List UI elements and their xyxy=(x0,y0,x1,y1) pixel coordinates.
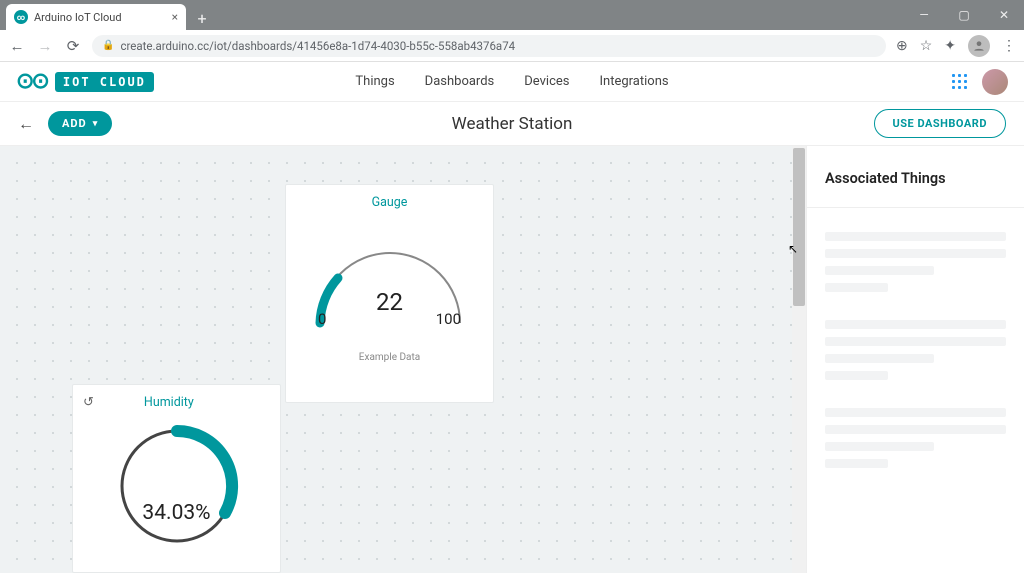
nav-devices[interactable]: Devices xyxy=(524,74,569,89)
window-controls: — ▢ ✕ xyxy=(904,0,1024,30)
dashboard-toolbar: ← ADD ▾ Weather Station USE DASHBOARD xyxy=(0,102,1024,146)
gauge-footer: Example Data xyxy=(296,352,483,363)
skeleton-line xyxy=(825,266,934,275)
app-header: ⊙⊙ IOT CLOUD Things Dashboards Devices I… xyxy=(0,62,1024,102)
skeleton-line xyxy=(825,320,1006,329)
history-icon[interactable]: ↺ xyxy=(83,395,94,410)
humidity-ring xyxy=(107,416,247,556)
skeleton-line xyxy=(825,337,1006,346)
skeleton-line xyxy=(825,232,1006,241)
nav-integrations[interactable]: Integrations xyxy=(599,74,668,89)
skeleton-line xyxy=(825,249,1006,258)
gauge-max: 100 xyxy=(436,310,461,328)
user-avatar[interactable] xyxy=(982,69,1008,95)
humidity-header: ↺ Humidity xyxy=(83,395,270,410)
skeleton-block xyxy=(825,232,1006,292)
add-button[interactable]: ADD ▾ xyxy=(48,111,112,136)
humidity-value: 34.03% xyxy=(73,501,280,525)
panel-divider xyxy=(807,207,1024,208)
skeleton-block xyxy=(825,320,1006,380)
close-icon[interactable]: × xyxy=(172,10,178,24)
star-icon[interactable]: ☆ xyxy=(920,38,933,54)
scrollbar-thumb[interactable] xyxy=(793,148,805,306)
skeleton-line xyxy=(825,425,1006,434)
new-tab-button[interactable]: + xyxy=(190,6,214,30)
chevron-down-icon: ▾ xyxy=(93,119,99,129)
toolbar-right-icons: ⊕ ☆ ✦ ⋮ xyxy=(896,35,1016,57)
widget-humidity[interactable]: ↺ Humidity 34.03% xyxy=(72,384,281,573)
main-nav: Things Dashboards Devices Integrations xyxy=(355,74,668,89)
widget-gauge-title: Gauge xyxy=(296,195,483,210)
dashboard-canvas[interactable]: Gauge 22 0 100 Example Data ↺ Humidity 3… xyxy=(0,146,806,573)
widget-gauge[interactable]: Gauge 22 0 100 Example Data xyxy=(285,184,494,403)
browser-tab-bar: ∞ Arduino IoT Cloud × + — ▢ ✕ xyxy=(0,0,1024,30)
vertical-scrollbar[interactable] xyxy=(792,146,806,573)
maximize-icon[interactable]: ▢ xyxy=(944,0,984,30)
browser-toolbar: ← → ⟳ 🔒 create.arduino.cc/iot/dashboards… xyxy=(0,30,1024,62)
use-dashboard-button[interactable]: USE DASHBOARD xyxy=(874,109,1007,138)
tab-title: Arduino IoT Cloud xyxy=(34,11,166,24)
widget-humidity-title: Humidity xyxy=(144,395,194,410)
reload-icon[interactable]: ⟳ xyxy=(64,37,82,55)
address-bar[interactable]: 🔒 create.arduino.cc/iot/dashboards/41456… xyxy=(92,35,886,57)
content-area: Gauge 22 0 100 Example Data ↺ Humidity 3… xyxy=(0,146,1024,573)
skeleton-line xyxy=(825,442,934,451)
skeleton-line xyxy=(825,283,888,292)
logo[interactable]: ⊙⊙ IOT CLOUD xyxy=(16,69,154,94)
tab-favicon: ∞ xyxy=(14,10,28,24)
menu-icon[interactable]: ⋮ xyxy=(1002,38,1016,54)
url-text: create.arduino.cc/iot/dashboards/41456e8… xyxy=(120,39,515,53)
minimize-icon[interactable]: — xyxy=(904,0,944,30)
apps-icon[interactable] xyxy=(952,74,968,90)
skeleton-line xyxy=(825,354,934,363)
header-right xyxy=(952,69,1008,95)
browser-tab-active[interactable]: ∞ Arduino IoT Cloud × xyxy=(6,4,186,30)
logo-icon: ⊙⊙ xyxy=(16,69,47,94)
skeleton-line xyxy=(825,371,888,380)
nav-things[interactable]: Things xyxy=(355,74,394,89)
side-panel: Associated Things xyxy=(806,146,1024,573)
close-window-icon[interactable]: ✕ xyxy=(984,0,1024,30)
forward-icon[interactable]: → xyxy=(36,37,54,55)
back-icon[interactable]: ← xyxy=(8,37,26,55)
side-panel-heading: Associated Things xyxy=(825,170,1006,187)
skeleton-line xyxy=(825,459,888,468)
dashboard-title[interactable]: Weather Station xyxy=(452,114,573,134)
skeleton-block xyxy=(825,408,1006,468)
back-arrow-icon[interactable]: ← xyxy=(18,114,34,134)
extensions-icon[interactable]: ✦ xyxy=(944,38,956,54)
nav-dashboards[interactable]: Dashboards xyxy=(425,74,495,89)
logo-text: IOT CLOUD xyxy=(55,72,154,92)
add-button-label: ADD xyxy=(62,117,87,130)
search-icon[interactable]: ⊕ xyxy=(896,38,908,54)
gauge-min: 0 xyxy=(318,310,326,328)
lock-icon: 🔒 xyxy=(102,40,114,51)
skeleton-line xyxy=(825,408,1006,417)
profile-icon[interactable] xyxy=(968,35,990,57)
